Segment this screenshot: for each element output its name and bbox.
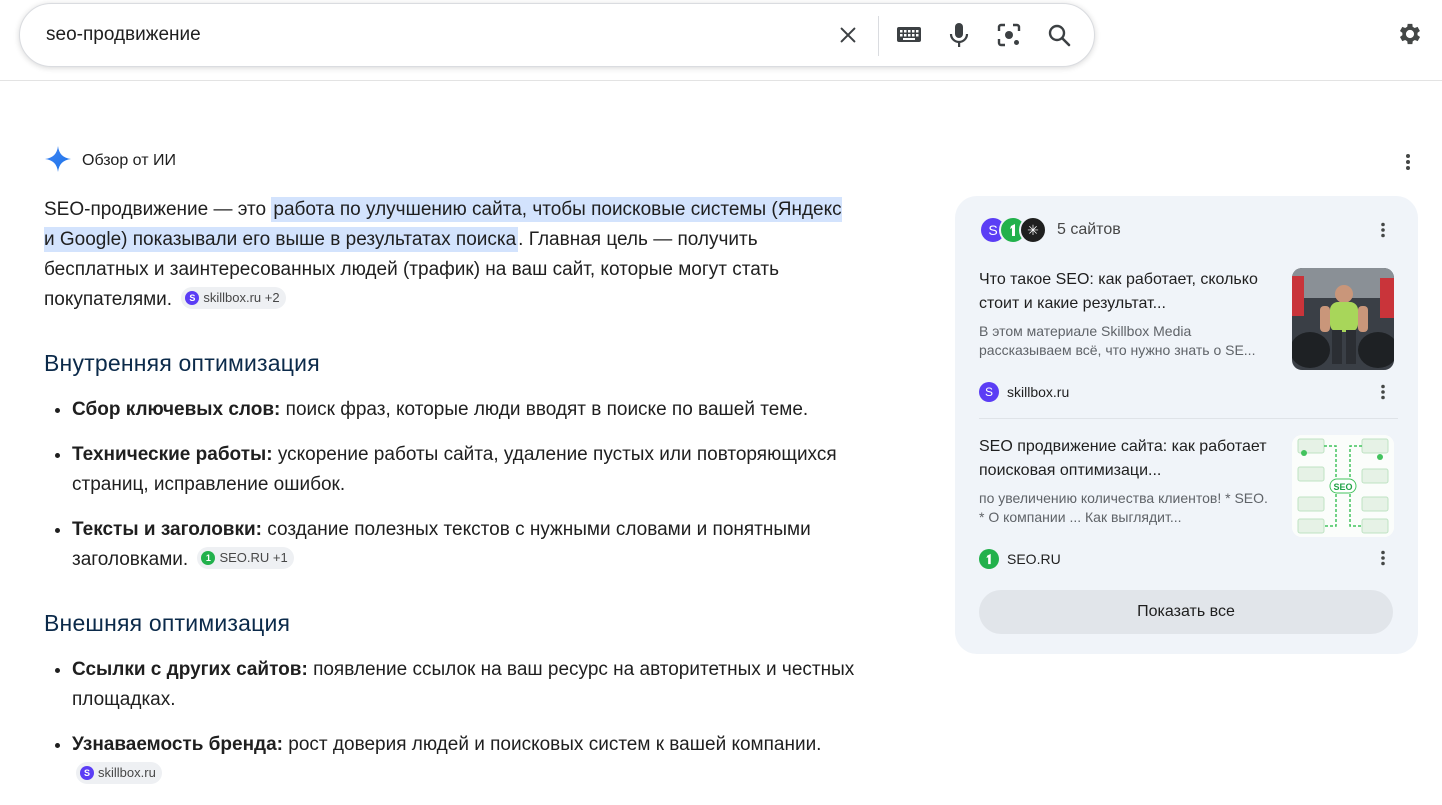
intro-paragraph: SEO-продвижение — это работа по улучшени… [44,195,844,315]
source-item-skillbox[interactable]: Что такое SEO: как работает, сколько сто… [979,268,1399,402]
source-site: SEO.RU [979,547,1061,571]
microphone-icon[interactable] [943,19,975,51]
star-favicon-icon: ✳ [1019,216,1047,244]
item-term: Сбор ключевых слов: [72,399,281,420]
item-term: Тексты и заголовки: [72,519,262,540]
close-icon[interactable] [832,19,864,51]
list-item: Ссылки с других сайтов: появление ссылок… [72,655,892,715]
more-vert-icon[interactable] [1371,380,1395,404]
ai-overview-header: Обзор от ИИ [44,145,176,178]
more-vert-icon[interactable] [1396,150,1420,174]
search-divider [878,16,879,56]
sources-header[interactable]: S ✳ 5 сайтов [979,216,1121,244]
top-bar [0,0,1442,81]
skillbox-favicon-icon: S [185,290,200,305]
sources-card: S ✳ 5 сайтов Что такое SEO: как работает… [955,196,1418,654]
item-term: Ссылки с других сайтов: [72,659,308,680]
seoru-favicon-icon: 1 [201,550,216,565]
seoru-favicon-icon [979,549,999,569]
source-site-name: SEO.RU [1007,551,1061,567]
show-all-button[interactable]: Показать все [979,590,1393,634]
intro-before: SEO-продвижение — это [44,199,272,220]
source-item-seoru[interactable]: SEO продвижение сайта: как работает поис… [979,435,1399,569]
source-thumbnail: SEO [1292,435,1394,537]
thumbnail-seo-label: SEO [1333,482,1352,492]
external-list: Ссылки с других сайтов: появление ссылок… [44,655,892,805]
source-title: SEO продвижение сайта: как работает поис… [979,438,1267,479]
list-item: Сбор ключевых слов: поиск фраз, которые … [72,395,892,425]
search-input[interactable] [44,18,808,52]
list-item: Технические работы: ускорение работы сай… [72,440,892,500]
item-text: рост доверия людей и поисковых систем к … [283,734,822,755]
source-site-name: skillbox.ru [1007,384,1070,400]
chip-label: skillbox.ru [98,764,156,780]
source-thumbnail [1292,268,1394,370]
skillbox-favicon-icon: S [979,382,999,402]
ai-overview-title: Обзор от ИИ [82,152,176,169]
section-title-external: Внешняя оптимизация [44,610,291,636]
source-snippet: по увеличению количества клиентов! * SEO… [979,490,1268,525]
list-item: Тексты и заголовки: создание полезных те… [72,515,892,575]
sites-count: 5 сайтов [1057,221,1121,238]
more-vert-icon[interactable] [1371,218,1395,242]
source-chip-seoru-1[interactable]: 1 SEO.RU +1 [197,546,294,569]
list-item: Узнаваемость бренда: рост доверия людей … [72,730,892,790]
section-title-internal: Внутренняя оптимизация [44,350,320,376]
internal-list: Сбор ключевых слов: поиск фраз, которые … [44,395,892,590]
source-chip-skillbox[interactable]: Sskillbox.ru [76,761,162,784]
source-title: Что такое SEO: как работает, сколько сто… [979,271,1258,312]
source-chip-skillbox-2[interactable]: Sskillbox.ru +2 [181,286,286,309]
divider [979,418,1398,419]
gemini-sparkle-icon [44,145,72,178]
search-icon[interactable] [1043,19,1075,51]
source-site: S skillbox.ru [979,380,1069,404]
more-vert-icon[interactable] [1371,546,1395,570]
chip-label: skillbox.ru +2 [203,289,280,305]
item-term: Технические работы: [72,444,273,465]
item-term: Узнаваемость бренда: [72,734,284,755]
skillbox-favicon-icon: S [80,765,94,780]
chip-label: SEO.RU +1 [219,549,288,565]
gear-icon[interactable] [1393,17,1427,51]
keyboard-icon[interactable] [893,19,925,51]
lens-icon[interactable] [993,19,1025,51]
search-box[interactable] [19,3,1095,67]
item-text: поиск фраз, которые люди вводят в поиске… [280,399,809,420]
source-snippet: В этом материале Skillbox Media рассказы… [979,323,1256,358]
